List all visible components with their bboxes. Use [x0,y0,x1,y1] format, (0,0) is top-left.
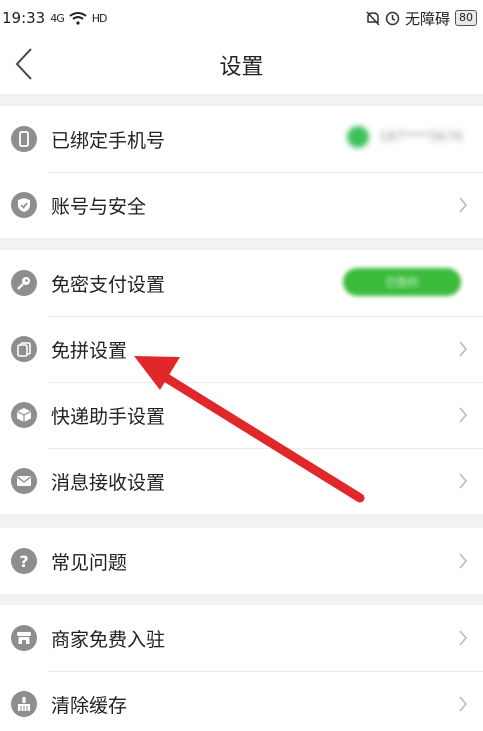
question-icon: ? [11,548,37,574]
row-merchant-join[interactable]: 商家免费入驻 [0,605,483,671]
status-left: 19:33 4G HD [2,9,107,27]
row-label: 快递助手设置 [51,405,166,428]
chevron-right-icon [453,339,473,359]
shield-icon [11,192,37,218]
chevron-left-icon [15,48,32,80]
back-button[interactable] [6,44,42,84]
status-bar: 19:33 4G HD 无障碍 80 [0,0,483,36]
row-label: 清除缓存 [51,694,128,717]
chevron-right-icon [453,405,473,425]
row-label: 免拼设置 [51,339,128,362]
signal-icon: 4G [50,11,64,25]
row-clear-cache[interactable]: 清除缓存 [0,671,483,731]
phone-value: 187****5676 [347,126,463,148]
package-icon [11,402,37,428]
row-label: 常见问题 [51,551,128,574]
key-icon [11,270,37,296]
row-password-free-pay[interactable]: 免密支付设置 已签约 [0,250,483,316]
chevron-right-icon [453,195,473,215]
chevron-right-icon [453,628,473,648]
chevron-right-icon [453,551,473,571]
row-faq[interactable]: ? 常见问题 [0,528,483,594]
alarm-icon [385,11,400,25]
settings-group-account: 已绑定手机号 187****5676 账号与安全 [0,106,483,238]
accessibility-label: 无障碍 [404,9,450,28]
row-free-group[interactable]: 免拼设置 [0,316,483,382]
settings-group-services: 免密支付设置 已签约 免拼设置 快递助手设置 消息接收设置 [0,250,483,514]
settings-group-help: ? 常见问题 [0,528,483,594]
row-message-settings[interactable]: 消息接收设置 [0,448,483,514]
bell-off-icon [366,10,380,26]
settings-group-other: 商家免费入驻 清除缓存 [0,605,483,731]
hd-badge: HD [91,11,108,25]
wifi-icon [69,12,87,25]
verified-dot [347,126,370,148]
row-account-security[interactable]: 账号与安全 [0,172,483,238]
row-label: 消息接收设置 [51,471,166,494]
chevron-right-icon [453,471,473,491]
row-bound-phone[interactable]: 已绑定手机号 187****5676 [0,106,483,172]
free-group-icon [11,336,37,362]
battery-icon: 80 [455,10,477,26]
row-label: 商家免费入驻 [51,628,166,651]
row-label: 账号与安全 [51,195,147,218]
broom-icon [11,691,37,717]
clock: 19:33 [2,9,46,27]
status-right: 无障碍 80 [366,8,477,29]
pay-status-pill: 已签约 [343,268,461,296]
chevron-right-icon [453,694,473,714]
mail-icon [11,468,37,494]
page-title: 设置 [219,55,264,80]
phone-number: 187****5676 [379,129,463,145]
phone-icon [11,126,37,152]
store-icon [11,625,37,651]
nav-header: 设置 [0,36,483,94]
row-express-assistant[interactable]: 快递助手设置 [0,382,483,448]
